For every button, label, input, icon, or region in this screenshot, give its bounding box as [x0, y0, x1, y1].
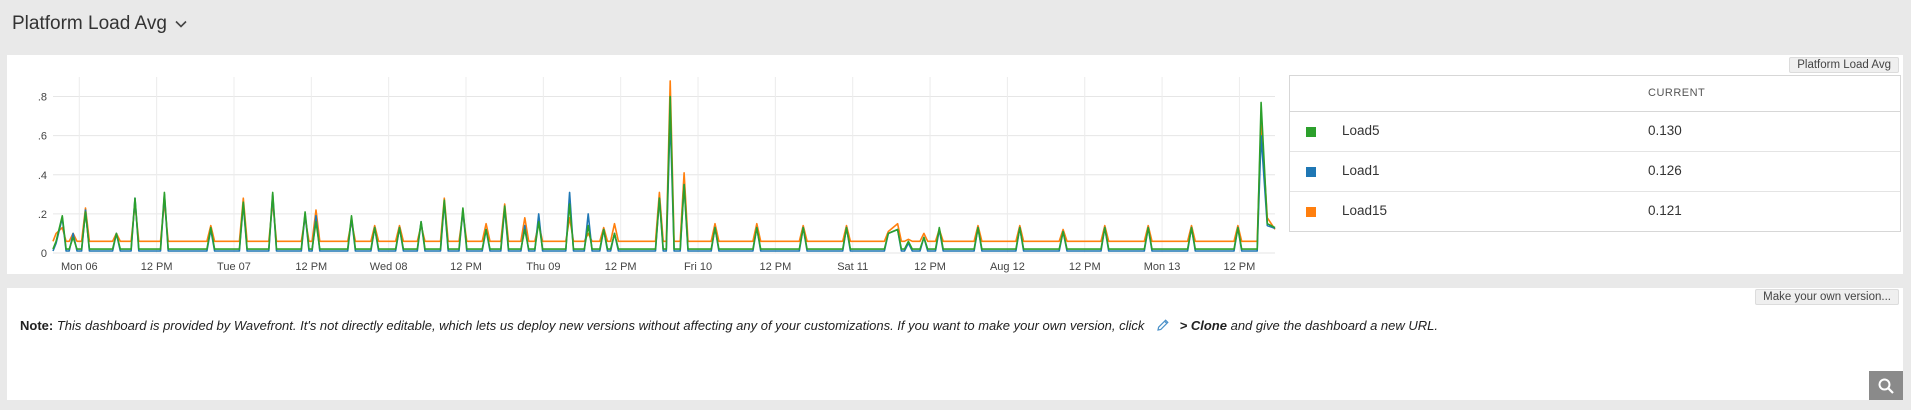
- pencil-icon[interactable]: [1156, 318, 1170, 335]
- y-tick-label: .2: [38, 209, 47, 221]
- series-line-load1: [52, 115, 1276, 252]
- note-tail: and give the dashboard a new URL.: [1230, 318, 1439, 333]
- x-tick-label: Fri 10: [684, 261, 712, 273]
- clone-label: > Clone: [1179, 318, 1227, 333]
- x-tick-label: Sat 11: [837, 261, 868, 273]
- legend-swatch: [1306, 127, 1316, 137]
- legend-series-value: 0.130: [1648, 123, 1682, 138]
- y-tick-label: .4: [38, 170, 47, 182]
- x-tick-label: Wed 08: [370, 261, 408, 273]
- chart-panel: Platform Load Avg 0 .2 .4 .6 .8 Mon 06 12 PM Tu…: [7, 55, 1903, 274]
- legend-row[interactable]: Load15 0.121: [1290, 192, 1900, 231]
- legend-series-value: 0.126: [1648, 163, 1682, 178]
- x-tick-label: 12 PM: [759, 261, 791, 273]
- legend-swatch: [1306, 167, 1316, 177]
- legend-series-name: Load15: [1342, 203, 1388, 218]
- search-icon: [1878, 378, 1894, 394]
- legend-series-value: 0.121: [1648, 203, 1682, 218]
- legend-swatch: [1306, 207, 1316, 217]
- x-tick-label: Tue 07: [217, 261, 251, 273]
- x-tick-label: 12 PM: [605, 261, 637, 273]
- x-tick-label: Mon 06: [61, 261, 98, 273]
- legend-header: CURRENT: [1290, 76, 1900, 112]
- dashboard-title-dropdown[interactable]: Platform Load Avg: [12, 10, 189, 38]
- page-title: Platform Load Avg: [12, 13, 167, 34]
- x-tick-label: Thu 09: [526, 261, 560, 273]
- note-text-block: Note: This dashboard is provided by Wave…: [20, 318, 1438, 335]
- legend-series-name: Load1: [1342, 163, 1380, 178]
- x-tick-label: 12 PM: [914, 261, 946, 273]
- note-body: This dashboard is provided by Wavefront.…: [56, 318, 1145, 333]
- x-tick-label: 12 PM: [141, 261, 173, 273]
- legend-series-name: Load5: [1342, 123, 1380, 138]
- x-tick-label: 12 PM: [1069, 261, 1101, 273]
- y-tick-label: .6: [38, 131, 47, 143]
- x-tick-label: Aug 12: [990, 261, 1025, 273]
- legend-row[interactable]: Load5 0.130: [1290, 112, 1900, 152]
- load-avg-chart: 0 .2 .4 .6 .8 Mon 06 12 PM Tue 07 12 PM Wed 08 12 …: [38, 77, 1276, 273]
- series-line-load5: [52, 95, 1276, 250]
- series-line-load15: [52, 80, 1276, 243]
- x-tick-label: 12 PM: [295, 261, 327, 273]
- y-tick-label: 0: [41, 248, 47, 260]
- note-panel: Make your own version... Note: This dash…: [7, 288, 1903, 400]
- note-label: Note:: [20, 318, 54, 333]
- legend-column-current: CURRENT: [1648, 87, 1706, 99]
- x-tick-label: Mon 13: [1144, 261, 1181, 273]
- x-tick-label: 12 PM: [1224, 261, 1256, 273]
- y-tick-label: .8: [38, 92, 47, 104]
- legend-table: CURRENT Load5 0.130 Load1 0.126 Load15 0…: [1289, 75, 1901, 232]
- legend-row[interactable]: Load1 0.126: [1290, 152, 1900, 192]
- search-button[interactable]: [1869, 371, 1903, 400]
- chevron-down-icon: [175, 17, 189, 31]
- chart-title-chip[interactable]: Platform Load Avg: [1789, 57, 1899, 73]
- x-tick-label: 12 PM: [450, 261, 482, 273]
- make-own-version-button[interactable]: Make your own version...: [1755, 289, 1899, 305]
